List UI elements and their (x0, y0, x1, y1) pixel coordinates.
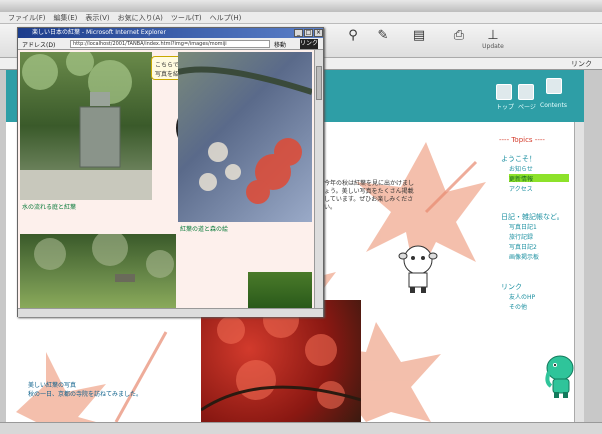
photo-caption-river: 紅葉の道と森の絵 (180, 226, 229, 233)
sheep-character-icon (398, 245, 438, 293)
leaf-stem-3 (114, 331, 168, 422)
print-icon: ⎙ (453, 28, 465, 43)
popup-links-button[interactable]: リンク (300, 39, 318, 49)
maximize-button[interactable]: □ (304, 29, 313, 37)
nav-contents-icon[interactable] (546, 78, 562, 94)
nav-page-label[interactable]: ページ (518, 102, 536, 111)
menu-file[interactable]: ファイル(F) (8, 13, 46, 23)
popup-url-field[interactable]: http://localhost/2001/TANBA/index.html?i… (70, 40, 270, 48)
menu-view[interactable]: 表示(V) (85, 13, 109, 23)
sidebar-item-updates[interactable]: 更新情報 (509, 174, 533, 183)
favorites-icon: ✎ (377, 28, 389, 43)
popup-title-bar[interactable]: 楽しい日本の紅葉 - Microsoft Internet Explorer _… (18, 28, 323, 38)
river-maple-photo (178, 52, 312, 222)
autumn-photo-red-maple (201, 300, 361, 422)
sidebar-section-links[interactable]: リンク (501, 282, 522, 292)
sidebar-item-news[interactable]: お知らせ (509, 164, 533, 173)
sidebar-item-access[interactable]: アクセス (509, 184, 533, 193)
nav-top-label[interactable]: トップ (496, 102, 514, 111)
sidebar-section-diary[interactable]: 日記・雑記帳など。 (501, 212, 564, 222)
menu-tools[interactable]: ツール(T) (171, 13, 202, 23)
garden-lawn-photo (20, 234, 176, 308)
photo-caption-garden: 水の流れる庭と紅葉 (22, 204, 77, 211)
nav-top-icon[interactable] (496, 84, 512, 100)
sidebar-item-diary1[interactable]: 写真日記1 (509, 222, 537, 231)
popup-address-bar: アドレス(D) http://localhost/2001/TANBA/inde… (18, 38, 323, 50)
small-green-photo (248, 272, 312, 308)
menu-bar: ファイル(F) 編集(E) 表示(V) お気に入り(A) ツール(T) ヘルプ(… (0, 12, 602, 24)
photo-texture (178, 66, 312, 204)
popup-title-text: 楽しい日本の紅葉 - Microsoft Internet Explorer (32, 29, 166, 36)
photo-texture (34, 234, 174, 282)
sidebar-item-other[interactable]: その他 (509, 302, 527, 311)
minimize-button[interactable]: _ (294, 29, 303, 37)
search-button[interactable]: ⚲ (342, 28, 364, 52)
update-label: Update (482, 43, 504, 50)
photo-texture (20, 52, 152, 200)
title-bar (0, 0, 602, 12)
garden-lantern-photo (20, 52, 152, 200)
nav-page-icon[interactable] (518, 84, 534, 100)
menu-favorites[interactable]: お気に入り(A) (118, 13, 163, 23)
history-button[interactable]: ▤ (408, 28, 430, 52)
popup-go-label[interactable]: 移動 (274, 40, 286, 49)
bottom-caption: 美しい紅葉の写真 (28, 382, 77, 389)
sidebar-item-diary2[interactable]: 写真日記2 (509, 242, 537, 251)
popup-scroll-thumb[interactable] (316, 66, 322, 100)
menu-edit[interactable]: 編集(E) (54, 13, 78, 23)
nav-contents-label[interactable]: Contents (540, 102, 567, 109)
sidebar-item-friends[interactable]: 友人のHP (509, 292, 535, 301)
sidebar-section-welcome[interactable]: ようこそ！ (501, 154, 536, 164)
favorites-button[interactable]: ✎ (372, 28, 394, 52)
update-button[interactable]: ⊥ Update (482, 28, 504, 52)
page-scrollbar[interactable] (574, 122, 584, 422)
mail-button[interactable]: ⎙ (448, 28, 470, 52)
update-icon: ⊥ (487, 28, 499, 43)
search-icon: ⚲ (348, 28, 358, 43)
bottom-caption-2: 秋の一日、京都の寺院を訪ねてみました。 (28, 391, 143, 398)
popup-content: 水の流れる庭と紅葉 こちらでは季節の紅葉の写真を紹介しています。 紅葉の道と森の… (18, 50, 314, 310)
popup-window: 楽しい日本の紅葉 - Microsoft Internet Explorer _… (17, 27, 324, 317)
page-body-text: 今年の秋は紅葉を見に出かけましょう。美しい写真をたくさん掲載しています。ぜひお楽… (324, 180, 415, 211)
popup-vertical-scrollbar[interactable] (314, 50, 323, 310)
sidebar: ---- Topics ---- ようこそ！ お知らせ 更新情報 アクセス 日記… (491, 122, 584, 422)
sidebar-heading: ---- Topics ---- (499, 136, 545, 144)
sidebar-item-bbs[interactable]: 画像掲示板 (509, 252, 539, 261)
popup-address-label: アドレス(D) (22, 42, 56, 49)
menu-help[interactable]: ヘルプ(H) (210, 13, 242, 23)
status-bar (0, 422, 602, 434)
close-button[interactable]: × (314, 29, 323, 37)
popup-horizontal-scrollbar[interactable] (18, 308, 323, 317)
sidebar-item-travel[interactable]: 旅行記録 (509, 232, 533, 241)
history-icon: ▤ (412, 28, 426, 43)
links-label[interactable]: リンク (571, 59, 592, 69)
green-elephant-icon (545, 355, 574, 398)
photo-texture (201, 302, 361, 412)
